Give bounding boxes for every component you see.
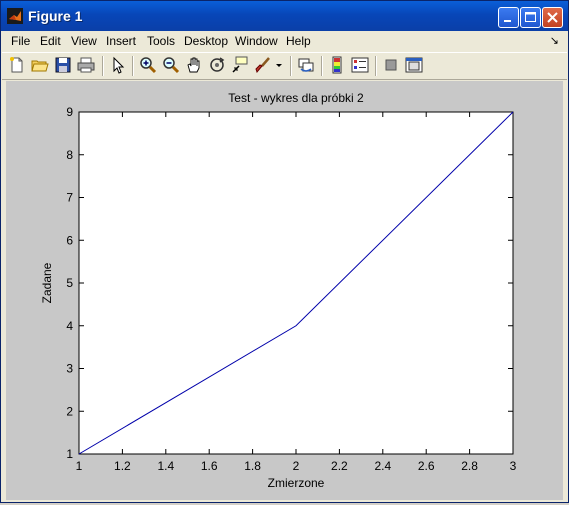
matlab-logo-icon [7,8,23,24]
brush-icon[interactable] [254,56,272,74]
x-tick-label: 2.6 [418,459,435,473]
brush-dropdown-icon[interactable] [274,56,284,74]
maximize-icon [525,12,536,22]
y-axis-label: Zadane [40,262,54,303]
zoom-out-icon[interactable] [162,56,180,74]
hide-plot-tools-icon[interactable] [382,56,400,74]
open-file-icon[interactable] [31,56,49,74]
menu-window[interactable]: Window [235,34,278,48]
link-plot-icon[interactable] [297,56,315,74]
toolbar-separator [321,56,323,76]
menu-tools[interactable]: Tools [147,34,175,48]
x-tick-label: 2 [293,459,300,473]
menu-view[interactable]: View [71,34,97,48]
title-bar[interactable]: Figure 1 [1,1,568,31]
window-title: Figure 1 [28,8,83,24]
menu-help[interactable]: Help [286,34,311,48]
y-tick-label: 1 [66,447,73,461]
print-icon[interactable] [77,56,95,74]
toolbar-separator [132,56,134,76]
menubar-dock-arrow-icon[interactable]: ↘ [550,34,559,47]
minimize-icon [504,20,511,22]
rotate-3d-icon[interactable] [208,56,226,74]
y-tick-label: 7 [66,191,73,205]
x-tick-label: 1.8 [244,459,261,473]
menu-desktop[interactable]: Desktop [184,34,228,48]
colorbar-icon[interactable] [328,56,346,74]
close-button[interactable] [542,7,563,28]
edit-plot-arrow-icon[interactable] [109,56,127,74]
menu-file[interactable]: File [11,34,30,48]
toolbar-separator [290,56,292,76]
x-tick-label: 2.2 [331,459,348,473]
axes-box[interactable] [78,111,514,455]
y-tick-label: 5 [66,276,73,290]
x-tick-label: 1.6 [201,459,218,473]
x-tick-label: 1.4 [157,459,174,473]
zoom-in-icon[interactable] [139,56,157,74]
x-tick-label: 2.4 [374,459,391,473]
figure-toolbar [2,52,567,80]
save-icon[interactable] [54,56,72,74]
chart-title: Test - wykres dla próbki 2 [228,91,364,105]
data-cursor-icon[interactable] [231,56,249,74]
x-tick-label: 2.8 [461,459,478,473]
figure-window: Figure 1 File Edit View Insert Tools Des… [0,0,569,503]
y-tick-label: 4 [66,319,73,333]
show-plot-tools-icon[interactable] [405,56,423,74]
y-tick-label: 8 [66,148,73,162]
menu-edit[interactable]: Edit [40,34,61,48]
toolbar-separator [375,56,377,76]
y-tick-label: 3 [66,362,73,376]
minimize-button[interactable] [498,7,519,28]
plot-svg[interactable]: 1 1.2 1.4 1.6 1.8 2 2.2 2.4 2.6 2.8 3 1 2 3 4 5 6 7 8 9 Tes… [6,81,563,500]
legend-icon[interactable] [351,56,369,74]
x-tick-label: 1.2 [114,459,131,473]
y-tick-label: 6 [66,233,73,247]
pan-hand-icon[interactable] [185,56,203,74]
menu-insert[interactable]: Insert [106,34,136,48]
toolbar-separator [102,56,104,76]
figure-canvas: 1 1.2 1.4 1.6 1.8 2 2.2 2.4 2.6 2.8 3 1 2 3 4 5 6 7 8 9 Tes… [6,81,563,500]
menu-bar: File Edit View Insert Tools Desktop Wind… [2,31,567,51]
y-tick-label: 2 [66,404,73,418]
x-tick-label: 1 [76,459,83,473]
maximize-button[interactable] [520,7,541,28]
y-tick-label: 9 [66,105,73,119]
x-tick-label: 3 [510,459,517,473]
close-icon [547,12,558,23]
new-figure-icon[interactable] [8,56,26,74]
x-axis-label: Zmierzone [268,476,325,490]
